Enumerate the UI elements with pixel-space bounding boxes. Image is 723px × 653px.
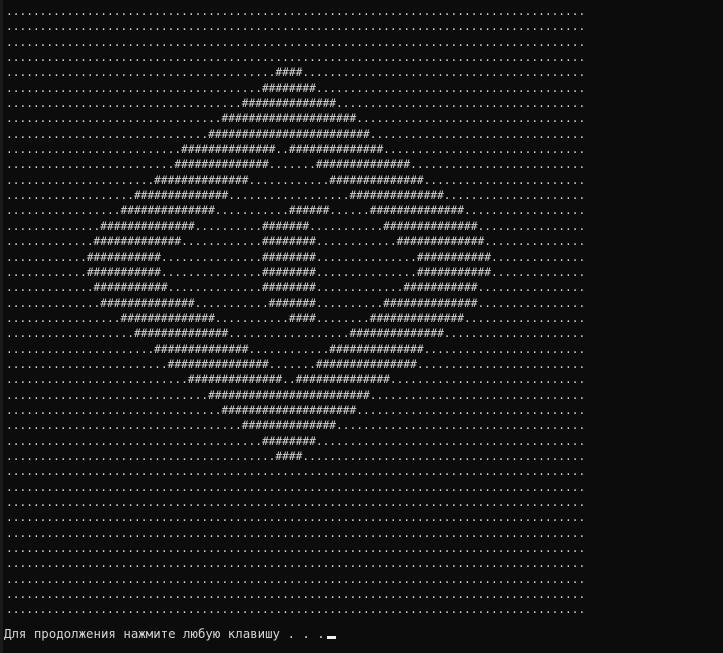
window-left-border bbox=[0, 0, 3, 653]
text-cursor bbox=[326, 636, 336, 639]
ascii-art-output: ........................................… bbox=[6, 5, 586, 617]
prompt-line: Для продолжения нажмите любую клавишу . … bbox=[4, 624, 336, 642]
press-any-key-prompt: Для продолжения нажмите любую клавишу . … bbox=[4, 625, 325, 641]
console-window[interactable]: ........................................… bbox=[0, 0, 723, 653]
